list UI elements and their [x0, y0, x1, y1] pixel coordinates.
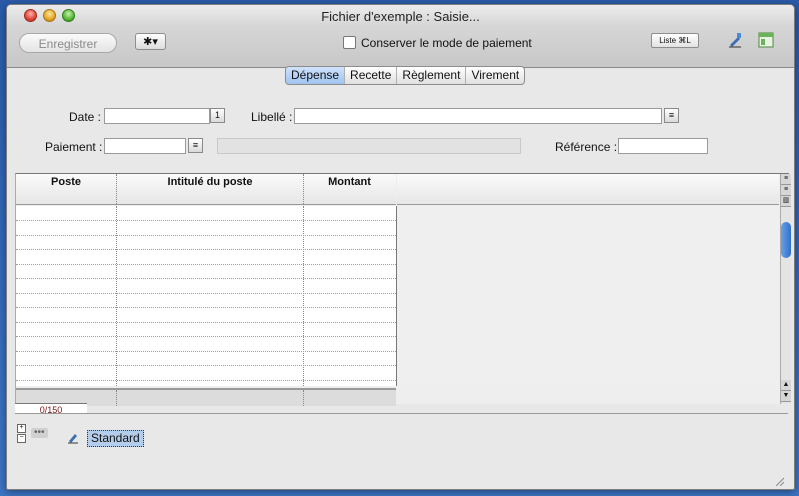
column-header-poste[interactable]: Poste [16, 174, 116, 204]
tab-recette[interactable]: Recette [345, 67, 398, 84]
table-row[interactable] [16, 221, 396, 236]
libelle-list-button[interactable]: ≡ [664, 108, 679, 123]
keep-payment-mode-label: Conserver le mode de paiement [361, 36, 532, 50]
save-button[interactable]: Enregistrer [19, 33, 117, 53]
pen-icon[interactable] [727, 32, 743, 48]
standard-layout-label[interactable]: Standard [87, 430, 144, 447]
toolbar: Enregistrer ✱▾ Conserver le mode de paie… [7, 27, 794, 68]
table-row[interactable] [16, 308, 396, 323]
list-view-alt-icon[interactable]: ≡ [781, 185, 791, 196]
title-bar: Fichier d'exemple : Saisie... [7, 5, 794, 27]
table-header: Poste Intitulé du poste Montant [16, 174, 396, 205]
vertical-scrollbar[interactable]: ≡ ≡ ▥ ▲ ▼ [780, 174, 791, 404]
table-row[interactable] [16, 337, 396, 352]
table-row[interactable] [16, 351, 396, 366]
paiement-detail-field [217, 138, 521, 154]
list-view-icon[interactable]: ≡ [781, 174, 791, 185]
tab-reglement[interactable]: Règlement [397, 67, 467, 84]
table-body[interactable] [16, 206, 397, 386]
layout-icon[interactable] [758, 32, 774, 48]
column-separator [116, 390, 117, 406]
collapse-icon[interactable]: − [17, 434, 26, 443]
liste-button[interactable]: Liste ⌘L [651, 33, 699, 48]
table-row[interactable] [16, 279, 396, 294]
pen-icon [68, 434, 78, 444]
tab-virement[interactable]: Virement [466, 67, 524, 84]
expand-icon[interactable]: + [17, 424, 26, 433]
libelle-label: Libellé : [251, 110, 293, 124]
reference-field[interactable] [618, 138, 708, 154]
columns-view-icon[interactable]: ▥ [781, 196, 791, 207]
detail-pane [397, 206, 779, 386]
paiement-label: Paiement : [45, 140, 103, 154]
column-header-intitule[interactable]: Intitulé du poste [116, 174, 303, 204]
date-label: Date : [69, 110, 102, 124]
scroll-up-icon[interactable]: ▲ [781, 380, 791, 391]
tab-bar: Dépense Recette Règlement Virement [285, 66, 526, 85]
table-row[interactable] [16, 293, 396, 308]
scroll-thumb[interactable] [781, 222, 791, 258]
scroll-down-icon[interactable]: ▼ [781, 391, 791, 402]
entries-table: Poste Intitulé du poste Montant ≡ ≡ ▥ ▲ … [15, 173, 791, 406]
reference-label: Référence : [555, 140, 618, 154]
table-row[interactable] [16, 206, 396, 221]
table-row[interactable] [16, 250, 396, 265]
window-title: Fichier d'exemple : Saisie... [321, 9, 480, 24]
detail-header [397, 174, 779, 205]
resize-grip-icon[interactable] [774, 476, 784, 486]
entry-form: Date : 1 Libellé : ≡ Paiement : ≡ Référe… [7, 85, 794, 173]
table-row[interactable] [16, 264, 396, 279]
status-bar: + − ••• Standard [15, 413, 788, 489]
date-field[interactable] [104, 108, 210, 124]
libelle-field[interactable] [294, 108, 662, 124]
keep-payment-mode-checkbox[interactable]: Conserver le mode de paiement [343, 36, 532, 50]
column-header-montant[interactable]: Montant [303, 174, 395, 204]
main-window: Fichier d'exemple : Saisie... Enregistre… [6, 4, 795, 490]
more-icon[interactable]: ••• [31, 428, 48, 438]
calendar-button[interactable]: 1 [210, 108, 225, 123]
table-row[interactable] [16, 366, 396, 381]
column-separator [303, 390, 304, 406]
table-row[interactable] [16, 235, 396, 250]
tab-depense[interactable]: Dépense [286, 67, 346, 84]
table-row[interactable] [16, 322, 396, 337]
paiement-list-button[interactable]: ≡ [188, 138, 203, 153]
paiement-field[interactable] [104, 138, 186, 154]
gear-menu-button[interactable]: ✱▾ [135, 33, 166, 50]
checkbox-icon[interactable] [343, 36, 356, 49]
